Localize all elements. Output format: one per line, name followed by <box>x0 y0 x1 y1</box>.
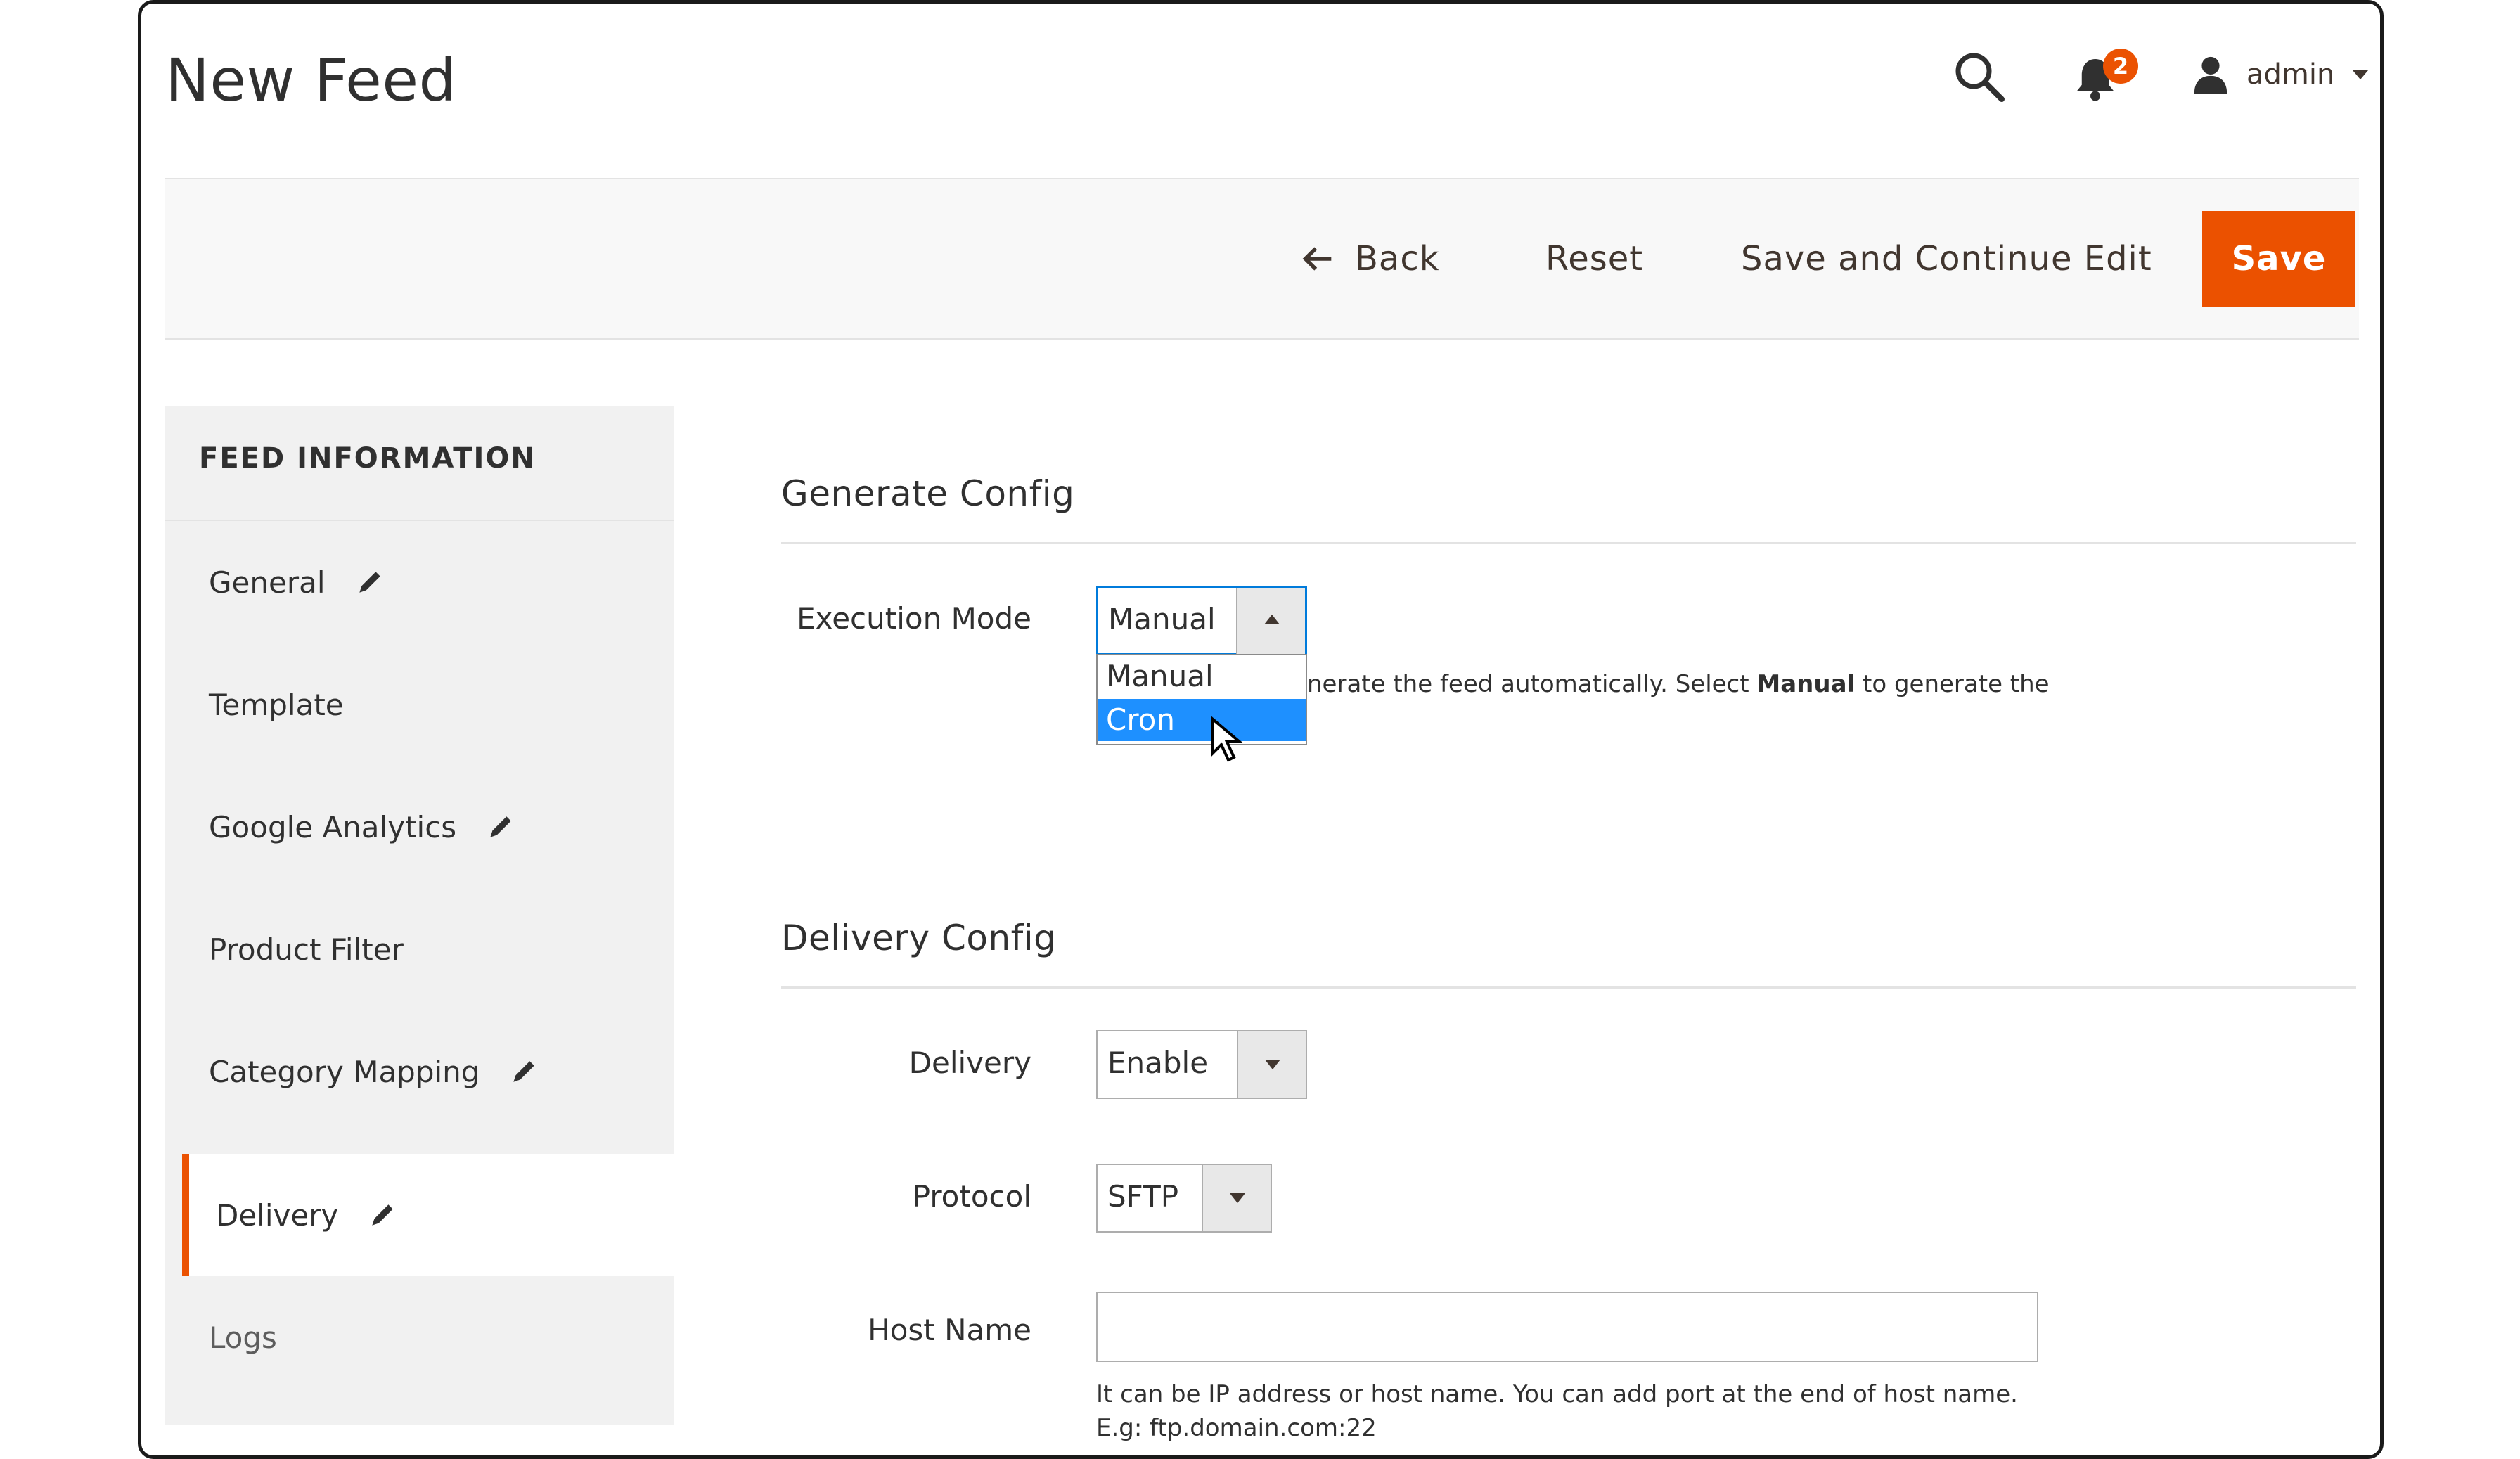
sidebar-item-delivery[interactable]: Delivery <box>182 1154 674 1276</box>
pencil-icon <box>490 816 511 837</box>
protocol-value: SFTP <box>1107 1179 1179 1214</box>
sidebar-item-logs[interactable]: Logs <box>165 1276 674 1399</box>
section-divider <box>781 986 2356 989</box>
chevron-up-icon <box>1264 615 1280 624</box>
protocol-select[interactable]: SFTP <box>1096 1164 1272 1233</box>
window-frame: New Feed 2 admin Back Reset Save and Con… <box>138 0 2384 1459</box>
sidebar-item-general[interactable]: General <box>165 521 674 643</box>
delivery-config-title: Delivery Config <box>781 918 1057 958</box>
sidebar-item-label: Google Analytics <box>209 809 457 844</box>
sidebar-item-template[interactable]: Template <box>165 643 674 766</box>
reset-button[interactable]: Reset <box>1545 211 1643 307</box>
notification-count-badge: 2 <box>2103 49 2138 84</box>
chevron-down-icon <box>1265 1060 1280 1069</box>
execution-mode-options: Manual Cron <box>1096 654 1307 745</box>
user-name: admin <box>2246 58 2335 91</box>
user-icon <box>2194 56 2228 94</box>
generate-config-title: Generate Config <box>781 473 1075 514</box>
chevron-down-icon <box>2353 70 2369 79</box>
host-name-hint-line2: E.g: ftp.domain.com:22 <box>1096 1414 1377 1442</box>
back-label: Back <box>1355 239 1440 278</box>
chevron-down-icon <box>1230 1193 1245 1203</box>
host-name-label: Host Name <box>868 1313 1031 1347</box>
note-bold-part: Manual <box>1756 670 1856 698</box>
sidebar-item-product-filter[interactable]: Product Filter <box>165 888 674 1010</box>
page-actions-bar: Back Reset Save and Continue Edit Save <box>165 178 2359 340</box>
arrow-left-icon <box>1302 247 1332 271</box>
sidebar-item-label: Logs <box>209 1320 277 1355</box>
option-cron[interactable]: Cron <box>1098 699 1306 741</box>
page-title: New Feed <box>165 46 457 115</box>
sidebar-item-label: Category Mapping <box>209 1054 480 1089</box>
select-toggle[interactable] <box>1236 588 1305 654</box>
delivery-value: Enable <box>1107 1046 1209 1080</box>
sidebar-item-category-mapping[interactable]: Category Mapping <box>165 1010 674 1133</box>
note-text-part: nerate the feed automatically. Select <box>1307 670 1757 698</box>
back-button[interactable]: Back <box>1301 211 1440 307</box>
execution-mode-note: nerate the feed automatically. Select Ma… <box>1307 670 2050 698</box>
sidebar-item-label: Product Filter <box>209 932 404 967</box>
sidebar-item-label: General <box>209 565 326 600</box>
sidebar-heading-text: FEED INFORMATION <box>199 442 536 475</box>
option-manual[interactable]: Manual <box>1098 655 1306 698</box>
sidebar-item-google-analytics[interactable]: Google Analytics <box>165 766 674 888</box>
mouse-cursor-icon <box>1211 716 1244 762</box>
protocol-label: Protocol <box>912 1179 1031 1214</box>
pencil-icon <box>372 1204 394 1226</box>
host-name-hint-line1: It can be IP address or host name. You c… <box>1096 1380 2018 1408</box>
search-icon[interactable] <box>1951 49 2007 105</box>
save-and-continue-button[interactable]: Save and Continue Edit <box>1741 211 2152 307</box>
pencil-icon <box>359 572 380 593</box>
section-divider <box>781 542 2356 544</box>
select-toggle[interactable] <box>1237 1031 1306 1098</box>
execution-mode-value: Manual <box>1108 602 1216 636</box>
admin-page: New Feed 2 admin Back Reset Save and Con… <box>165 4 2369 1455</box>
feed-information-sidebar: FEED INFORMATION General Template Google… <box>165 406 674 1425</box>
notifications-button[interactable]: 2 <box>2071 49 2141 105</box>
execution-mode-label: Execution Mode <box>797 601 1031 636</box>
pencil-icon <box>513 1061 535 1082</box>
note-tail-part: to generate the <box>1855 670 2050 698</box>
delivery-select[interactable]: Enable <box>1096 1030 1307 1099</box>
sidebar-item-label: Template <box>209 687 344 722</box>
save-button[interactable]: Save <box>2202 211 2355 307</box>
user-account-menu[interactable]: admin <box>2190 50 2369 99</box>
select-toggle[interactable] <box>1202 1165 1271 1231</box>
sidebar-item-label: Delivery <box>216 1197 339 1233</box>
sidebar-heading: FEED INFORMATION <box>165 406 674 521</box>
execution-mode-select[interactable]: Manual <box>1096 586 1307 655</box>
host-name-input[interactable] <box>1096 1292 2038 1362</box>
delivery-label: Delivery <box>908 1046 1031 1080</box>
